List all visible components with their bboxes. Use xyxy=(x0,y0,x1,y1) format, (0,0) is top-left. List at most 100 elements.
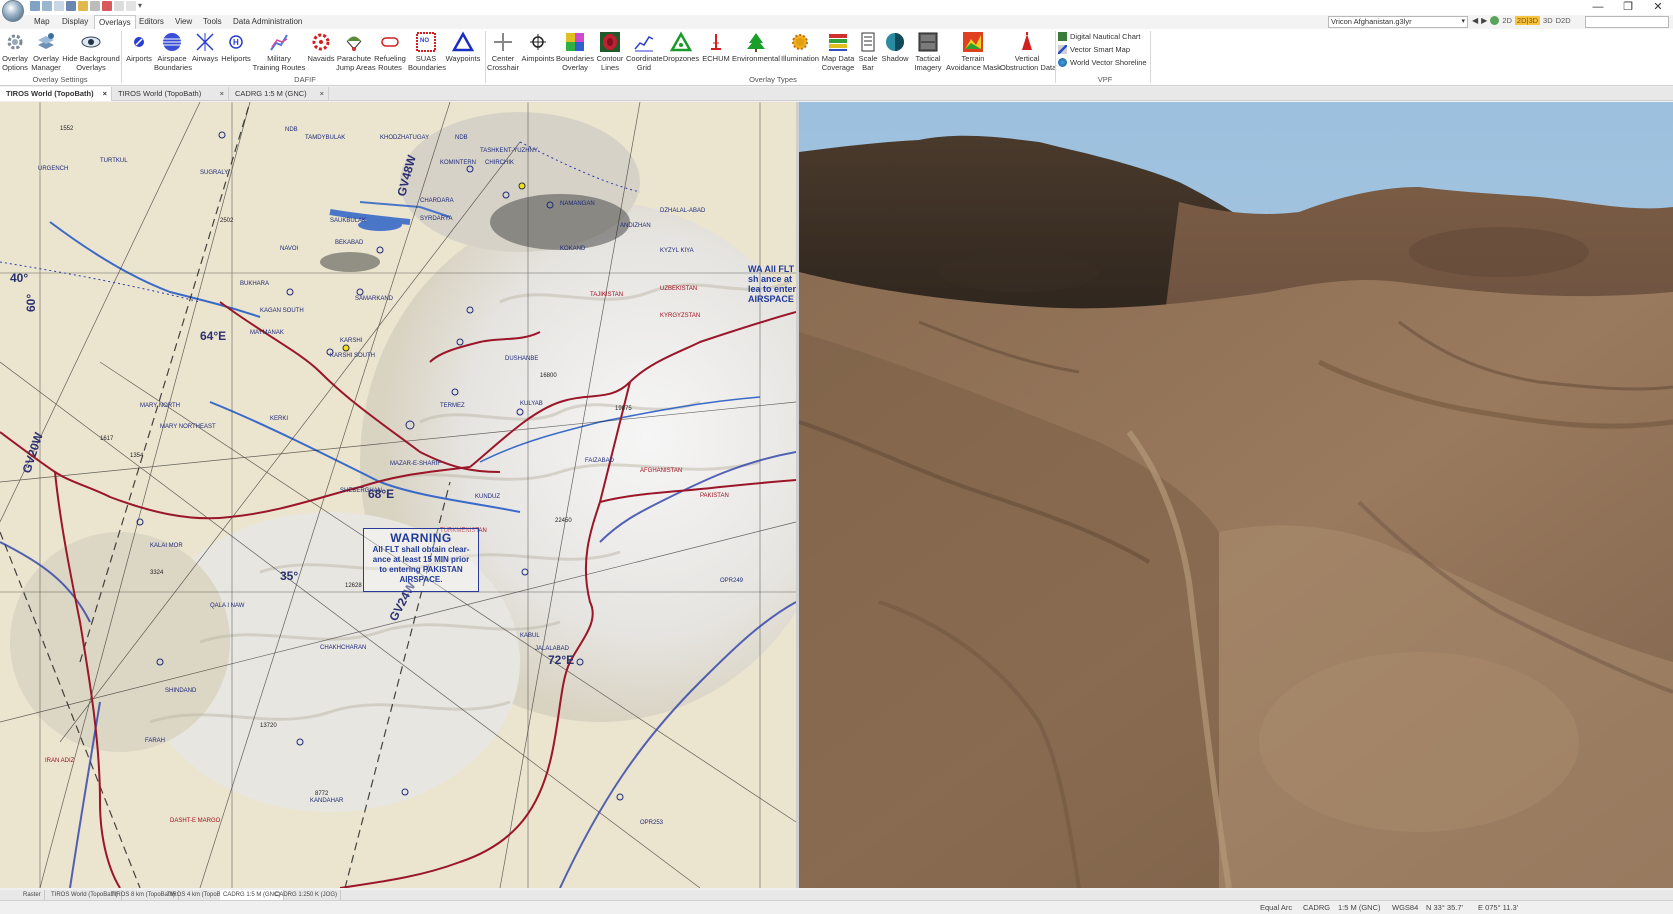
copy-icon[interactable] xyxy=(114,1,124,11)
military-training-routes-button[interactable]: Military Training Routes xyxy=(252,29,306,72)
suas-boundaries-button[interactable]: NO SUAS Boundaries xyxy=(408,29,446,72)
view-mode-2d-3d[interactable]: 2D|3D xyxy=(1514,16,1541,25)
waypoints-label: Waypoints xyxy=(445,54,481,63)
aimpoints-button[interactable]: Aimpoints xyxy=(520,29,556,63)
contour-icon xyxy=(600,32,620,52)
vector-map-icon xyxy=(1058,45,1067,54)
close-tab-icon[interactable]: × xyxy=(320,87,324,101)
map-file-dropdown[interactable]: Vricon Afghanistan.g3lyr ▾ xyxy=(1328,16,1468,28)
view-mode-3d[interactable]: 3D xyxy=(1543,16,1553,25)
airspace-icon xyxy=(163,33,181,51)
doc-tab-tiros-world-2[interactable]: TIROS World (TopoBath) × xyxy=(112,87,229,101)
environmental-label: Environmental xyxy=(732,54,780,63)
menu-bar: Map Display Overlays Editors View Tools … xyxy=(0,15,1673,29)
vertical-obstruction-data-button[interactable]: Vertical Obstruction Data xyxy=(1000,29,1056,72)
map-label: 22450 xyxy=(555,518,572,524)
overlay-manager-button[interactable]: Overlay Manager xyxy=(30,29,62,72)
map-label: KULYAB xyxy=(520,401,543,407)
paste-icon[interactable] xyxy=(126,1,136,11)
airports-button[interactable]: Airports xyxy=(124,29,154,63)
search-input[interactable] xyxy=(1585,16,1669,28)
menu-tools[interactable]: Tools xyxy=(199,15,226,29)
svg-text:H: H xyxy=(233,38,239,47)
map-data-coverage-button[interactable]: Map Data Coverage xyxy=(820,29,856,72)
boundaries-overlay-button[interactable]: Boundaries Overlay xyxy=(556,29,594,72)
redo-icon[interactable] xyxy=(42,1,52,11)
menu-map[interactable]: Map xyxy=(30,15,54,29)
map-label: KUNDUZ xyxy=(475,494,500,500)
new-icon[interactable] xyxy=(54,1,64,11)
hide-background-overlays-button[interactable]: Hide Background Overlays xyxy=(62,29,120,72)
chart-map-view[interactable]: 1552 TURTKUL URGENCH SUGRALY NDB TAMDYBULAK KH… xyxy=(0,102,796,888)
shadow-button[interactable]: Shadow xyxy=(880,29,910,63)
digital-nautical-chart-button[interactable]: Digital Nautical Chart xyxy=(1058,32,1140,41)
military-training-routes-label: Military Training Routes xyxy=(252,54,306,72)
nautical-chart-icon xyxy=(1058,32,1067,41)
refueling-routes-button[interactable]: Refueling Routes xyxy=(372,29,408,72)
map-label: AFGHANISTAN xyxy=(640,468,682,474)
center-crosshair-button[interactable]: Center Crosshair xyxy=(486,29,520,72)
world-vector-shoreline-button[interactable]: World Vector Shoreline xyxy=(1058,58,1147,67)
close-tab-icon[interactable]: × xyxy=(103,87,107,101)
restore-button[interactable]: ❐ xyxy=(1613,0,1643,15)
minimize-button[interactable]: — xyxy=(1583,0,1613,15)
dropzones-button[interactable]: Dropzones xyxy=(662,29,700,63)
menu-display[interactable]: Display xyxy=(58,15,92,29)
open-folder-icon[interactable] xyxy=(78,1,88,11)
echum-button[interactable]: ECHUM xyxy=(700,29,732,63)
doc-tab-tiros-world-1[interactable]: TIROS World (TopoBath) × xyxy=(0,87,112,101)
doc-tab-cadrg-gnc[interactable]: CADRG 1:5 M (GNC) × xyxy=(229,87,329,101)
illumination-label: Illumination xyxy=(781,54,819,63)
close-tab-icon[interactable]: × xyxy=(220,87,224,101)
map-label: KOMINTERN xyxy=(440,160,476,166)
navaids-button[interactable]: Navaids xyxy=(306,29,336,63)
heliports-button[interactable]: H Heliports xyxy=(220,29,252,63)
home-globe-icon[interactable] xyxy=(1490,16,1500,25)
print-icon[interactable] xyxy=(90,1,100,11)
terrain-avoidance-mask-button[interactable]: Terrain Avoidance Mask xyxy=(946,29,1001,72)
menu-editors[interactable]: Editors xyxy=(135,15,168,29)
airports-label: Airports xyxy=(126,54,152,63)
forward-arrow-icon[interactable]: ▶ xyxy=(1481,16,1487,25)
aeronautical-chart[interactable]: 1552 TURTKUL URGENCH SUGRALY NDB TAMDYBULAK KH… xyxy=(0,102,796,888)
view-mode-d2d[interactable]: D2D xyxy=(1556,16,1571,25)
back-arrow-icon[interactable]: ◀ xyxy=(1472,16,1478,25)
vector-smart-map-button[interactable]: Vector Smart Map xyxy=(1058,45,1130,54)
contour-lines-button[interactable]: Contour Lines xyxy=(594,29,626,72)
airspace-boundaries-button[interactable]: Airspace Boundaries xyxy=(154,29,192,72)
refueling-routes-label: Refueling Routes xyxy=(374,54,406,72)
environmental-button[interactable]: Environmental xyxy=(732,29,780,63)
quick-access-toolbar: ▾ xyxy=(30,1,148,11)
map-label: UZBEKISTAN xyxy=(660,286,697,292)
scale-bar-button[interactable]: Scale Bar xyxy=(856,29,880,72)
menu-view[interactable]: View xyxy=(171,15,196,29)
menu-data-administration[interactable]: Data Administration xyxy=(229,15,306,29)
customize-toolbar-icon[interactable]: ▾ xyxy=(138,1,148,11)
shadow-icon xyxy=(886,33,904,51)
view-mode-2d[interactable]: 2D xyxy=(1502,16,1512,25)
close-button[interactable]: ✕ xyxy=(1643,0,1673,15)
illumination-button[interactable]: Illumination xyxy=(780,29,820,63)
terrain-3d-view[interactable] xyxy=(799,102,1673,888)
map-data-coverage-label: Map Data Coverage xyxy=(821,54,855,72)
terrain-render[interactable] xyxy=(799,102,1673,888)
layer-tab-cadrg-jog[interactable]: CADRG 1:250 K (JOG) xyxy=(272,890,342,900)
ribbon-separator xyxy=(1055,31,1056,83)
undo-icon[interactable] xyxy=(30,1,40,11)
map-label: TAJIKISTAN xyxy=(590,292,623,298)
airways-button[interactable]: Airways xyxy=(190,29,220,63)
coordinate-grid-button[interactable]: Coordinate Grid xyxy=(626,29,663,72)
record-icon[interactable] xyxy=(102,1,112,11)
waypoints-button[interactable]: Waypoints xyxy=(444,29,482,63)
save-icon[interactable] xyxy=(66,1,76,11)
tactical-imagery-button[interactable]: Tactical Imagery xyxy=(910,29,946,72)
dropzones-label: Dropzones xyxy=(662,54,700,63)
overlay-options-button[interactable]: Overlay Options xyxy=(0,29,30,72)
parachute-jump-areas-button[interactable]: Parachute Jump Areas xyxy=(336,29,376,72)
app-menu-orb-icon[interactable] xyxy=(2,0,24,22)
warning-title: WARNING xyxy=(390,531,452,545)
layer-tab-raster[interactable]: Raster xyxy=(20,890,45,900)
map-label: TURTKUL xyxy=(100,158,128,164)
globe-icon xyxy=(1058,58,1067,67)
menu-overlays[interactable]: Overlays xyxy=(94,15,136,29)
